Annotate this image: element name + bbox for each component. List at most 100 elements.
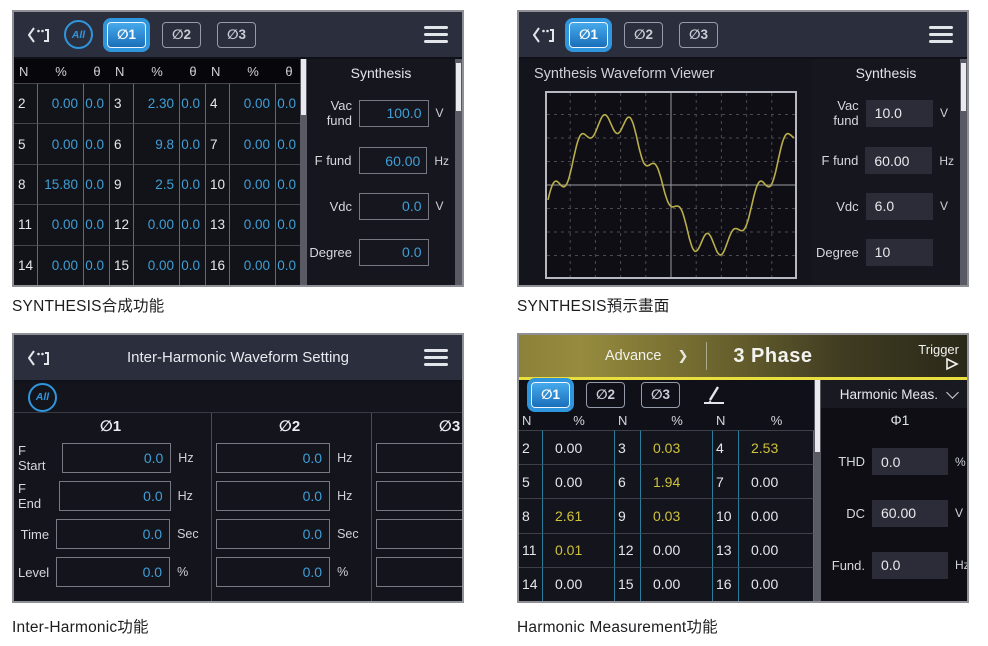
phase-tab-3[interactable]: ∅3: [641, 382, 680, 408]
harmonic-value-cell: 0.00: [641, 567, 713, 601]
table-scrollbar[interactable]: [814, 380, 821, 601]
field-value-box[interactable]: 0.0: [359, 239, 429, 266]
value-box[interactable]: 0.0: [56, 519, 170, 549]
interharmonic-header-bar: Inter-Harmonic Waveform Setting: [14, 335, 462, 382]
phase-tab-3[interactable]: ∅3: [217, 22, 256, 48]
harmonic-order-cell: 5: [519, 464, 543, 498]
preview-body: Synthesis Waveform Viewer Synthesis Vac …: [519, 59, 967, 285]
harmonic-value-cell[interactable]: 0.0: [180, 245, 206, 285]
breadcrumb-advance[interactable]: Advance: [605, 348, 661, 364]
harmonic-order-cell: 4: [206, 83, 230, 123]
phase-tab-3[interactable]: ∅3: [679, 22, 718, 48]
harmonic-value-cell[interactable]: 0.0: [180, 164, 206, 204]
harmonic-value-cell[interactable]: 0.00: [134, 245, 180, 285]
value-box[interactable]: 0.0: [62, 443, 171, 473]
harmonic-value-cell[interactable]: 0.0: [180, 123, 206, 163]
harmonic-value-cell[interactable]: 0.0: [84, 164, 110, 204]
phase-tab-2[interactable]: ∅2: [586, 382, 625, 408]
interharmonic-row: 0.0Hz: [216, 477, 363, 515]
harmonic-table: N%θN%θN%θ 20.000.032.300.040.000.050.000…: [14, 59, 300, 285]
harmonic-value-cell[interactable]: 0.0: [84, 83, 110, 123]
back-icon[interactable]: [28, 26, 50, 44]
harmonic-value-cell[interactable]: 2.30: [134, 83, 180, 123]
column-header: N: [14, 64, 38, 79]
field-value-box[interactable]: 60.00: [359, 147, 428, 174]
harmonic-value-cell[interactable]: 0.0: [180, 83, 206, 123]
measurement-topbar: Advance ❯ 3 Phase Trigger: [519, 335, 967, 380]
harmonic-order-cell: 10: [206, 164, 230, 204]
back-icon[interactable]: [28, 349, 50, 367]
value-box[interactable]: 0.0: [376, 443, 464, 473]
field-value-box[interactable]: 100.0: [359, 100, 429, 127]
field-value-box[interactable]: 60.00: [872, 500, 948, 527]
harmonic-value-cell[interactable]: 0.00: [134, 204, 180, 244]
preview-field-row: F fund60.00Hz: [812, 147, 954, 174]
phase-tab-1[interactable]: ∅1: [531, 382, 570, 408]
harmonic-value-cell: 0.00: [739, 464, 814, 498]
harmonic-value-cell[interactable]: 0.00: [230, 245, 276, 285]
value-box[interactable]: 0.0: [216, 557, 330, 587]
harmonic-value-cell[interactable]: 0.0: [84, 204, 110, 244]
edit-pen-icon[interactable]: [701, 384, 727, 406]
measurement-right: Harmonic Meas. Φ1 THD0.0%DC60.00VFund.0.…: [821, 380, 967, 601]
menu-icon[interactable]: [929, 26, 953, 43]
back-icon[interactable]: [533, 26, 555, 44]
field-value-box[interactable]: 10.0: [866, 100, 933, 127]
all-phases-button[interactable]: All: [64, 20, 93, 49]
value-box[interactable]: 0.0: [216, 443, 330, 473]
side-panel-fields: Vac fund10.0VF fund60.00HzVdc6.0VDegree1…: [812, 87, 960, 285]
column-header: N: [519, 413, 543, 428]
field-value-box[interactable]: 10: [866, 239, 933, 266]
all-row: All: [14, 382, 462, 413]
harmonic-value-cell: 0.00: [543, 430, 615, 464]
field-label: Fund.: [825, 558, 865, 573]
trigger-button[interactable]: Trigger: [918, 341, 959, 371]
harmonic-value-cell[interactable]: 0.0: [84, 123, 110, 163]
side-scrollbar[interactable]: [960, 59, 967, 285]
value-box[interactable]: 0.0: [59, 481, 171, 511]
field-value-box[interactable]: 0.0: [872, 552, 948, 579]
harmonic-value-cell[interactable]: 2.5: [134, 164, 180, 204]
table-scrollbar[interactable]: [300, 59, 307, 285]
harmonic-value-cell[interactable]: 0.00: [38, 123, 84, 163]
harmonic-value-cell[interactable]: 15.80: [38, 164, 84, 204]
harmonic-value-cell[interactable]: 0.0: [276, 245, 302, 285]
harmonic-value-cell[interactable]: 0.0: [276, 83, 302, 123]
harmonic-value-cell[interactable]: 0.00: [38, 204, 84, 244]
harmonic-value-cell[interactable]: 0.0: [84, 245, 110, 285]
all-phases-button[interactable]: All: [28, 383, 57, 412]
phase-tab-2[interactable]: ∅2: [162, 22, 201, 48]
measurement-type-dropdown[interactable]: Harmonic Meas.: [821, 380, 967, 408]
side-scrollbar[interactable]: [455, 59, 462, 285]
field-value-box[interactable]: 60.00: [865, 147, 932, 174]
chevron-down-icon: [946, 386, 959, 399]
harmonic-value-cell[interactable]: 0.00: [230, 164, 276, 204]
harmonic-value-cell[interactable]: 0.0: [276, 123, 302, 163]
value-box[interactable]: 0.0: [216, 481, 330, 511]
value-box[interactable]: 0.0: [376, 557, 464, 587]
interharmonic-row: 0.0%: [376, 553, 464, 591]
harmonic-value-cell[interactable]: 0.00: [38, 245, 84, 285]
value-box[interactable]: 0.0: [376, 481, 464, 511]
field-value-box[interactable]: 0.0: [359, 193, 429, 220]
value-box[interactable]: 0.0: [56, 557, 170, 587]
value-box[interactable]: 0.0: [376, 519, 464, 549]
harmonic-value-cell[interactable]: 0.0: [276, 204, 302, 244]
phase-tab-2[interactable]: ∅2: [624, 22, 663, 48]
menu-icon[interactable]: [424, 26, 448, 43]
harmonic-value-cell[interactable]: 0.00: [230, 83, 276, 123]
menu-icon[interactable]: [424, 349, 448, 366]
harmonic-value-cell[interactable]: 0.0: [276, 164, 302, 204]
harmonic-value-cell[interactable]: 9.8: [134, 123, 180, 163]
field-value-box[interactable]: 0.0: [872, 448, 948, 475]
phase-tab-1[interactable]: ∅1: [107, 22, 146, 48]
phase-tab-1[interactable]: ∅1: [569, 22, 608, 48]
harmonic-value-cell[interactable]: 0.00: [230, 123, 276, 163]
harmonic-value-cell[interactable]: 0.00: [230, 204, 276, 244]
interharmonic-panel: Inter-Harmonic Waveform Setting All ∅1F …: [12, 333, 464, 603]
field-value-box[interactable]: 6.0: [866, 193, 933, 220]
harmonic-value-cell[interactable]: 0.0: [180, 204, 206, 244]
value-box[interactable]: 0.0: [216, 519, 330, 549]
harmonic-value-cell[interactable]: 0.00: [38, 83, 84, 123]
synthesis-body: N%θN%θN%θ 20.000.032.300.040.000.050.000…: [14, 59, 462, 285]
